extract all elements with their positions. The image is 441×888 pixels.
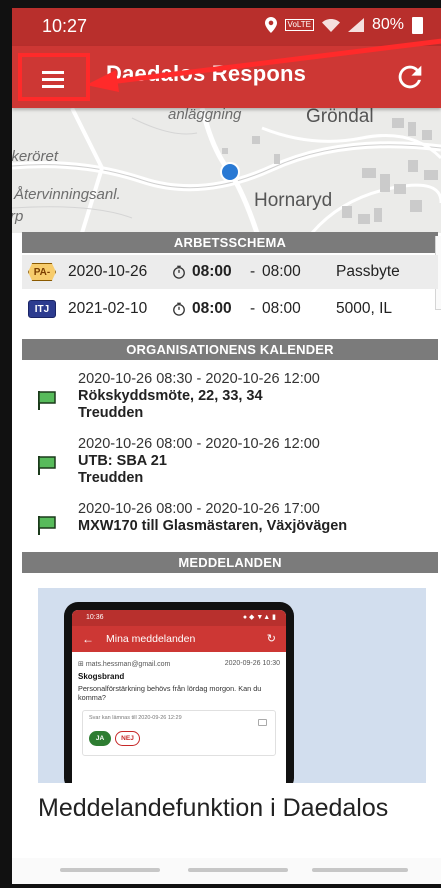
calendar-time: 2020-10-26 08:00 - 2020-10-26 17:00 <box>78 501 320 517</box>
phone-mockup-screen: 10:36 ● ◆ ▼▲ ▮ ← Mina meddelanden ↻ ⊞ ma… <box>72 610 286 783</box>
calendar-item[interactable]: 2020-10-26 08:00 - 2020-10-26 17:00 MXW1… <box>22 501 438 547</box>
nav-indicator <box>312 868 408 872</box>
schedule-date: 2020-10-26 <box>68 263 148 280</box>
schedule-end: 08:00 <box>262 263 301 280</box>
mockup-message: ⊞ mats.hessman@gmail.com 2020-09-26 10:3… <box>72 652 286 756</box>
calendar-title: UTB: SBA 21 <box>78 453 167 469</box>
calendar-item-text: 2020-10-26 08:00 - 2020-10-26 12:00 UTB:… <box>78 436 320 487</box>
schedule-header: ARBETSSCHEMA <box>22 232 438 253</box>
refresh-icon: ↻ <box>266 633 276 645</box>
map-label: Återvinningsanl. <box>14 186 121 203</box>
calendar-item-text: 2020-10-26 08:30 - 2020-10-26 12:00 Röks… <box>78 371 320 422</box>
mockup-sender: ⊞ mats.hessman@gmail.com <box>78 661 171 668</box>
status-bar: 10:27 VoLTE 80% <box>12 8 441 46</box>
status-time: 10:27 <box>42 16 88 36</box>
schedule-desc: 5000, IL <box>336 300 393 317</box>
map-label: Gröndal <box>306 108 374 127</box>
mockup-status-time: 10:36 <box>86 614 104 621</box>
map-label: ikeröret <box>12 148 59 165</box>
calendar-time: 2020-10-26 08:30 - 2020-10-26 12:00 <box>78 371 320 387</box>
mockup-status-bar: 10:36 ● ◆ ▼▲ ▮ <box>72 610 286 626</box>
calendar-item[interactable]: 2020-10-26 08:00 - 2020-10-26 12:00 UTB:… <box>22 436 438 498</box>
mockup-app-bar: ← Mina meddelanden ↻ <box>72 626 286 652</box>
flag-icon <box>38 516 56 535</box>
stopwatch-icon <box>173 302 185 316</box>
calendar-header: ORGANISATIONENS KALENDER <box>22 339 438 360</box>
device-frame: 10:27 VoLTE 80% Daedalos Respons anläggn… <box>0 0 441 888</box>
calendar-title: MXW170 till Glasmästaren, Växjövägen <box>78 518 348 534</box>
mockup-subject: Skogsbrand <box>78 672 125 681</box>
volte-icon: VoLTE <box>284 19 314 31</box>
stopwatch-icon <box>173 265 185 279</box>
menu-button[interactable] <box>18 53 90 101</box>
mockup-status-icons: ● ◆ ▼▲ ▮ <box>242 614 276 621</box>
mockup-reply-hint: Svar kan lämnas till 2020-09-26 12:29 <box>89 715 182 721</box>
hamburger-menu-icon[interactable] <box>42 71 64 88</box>
calendar-title: Rökskyddsmöte, 22, 33, 34 <box>78 388 263 404</box>
schedule-end: 08:00 <box>262 300 301 317</box>
phone-screen: 10:27 VoLTE 80% Daedalos Respons anläggn… <box>12 8 441 884</box>
battery-icon <box>412 16 423 34</box>
map-roads <box>12 108 441 233</box>
app-bar: Daedalos Respons <box>12 46 441 108</box>
app-title: Daedalos Respons <box>106 61 307 86</box>
nav-indicator <box>188 868 288 872</box>
location-icon <box>264 17 277 33</box>
message-title[interactable]: Meddelandefunktion i Daedalos <box>38 792 428 824</box>
mockup-no-button: NEJ <box>115 731 140 746</box>
mockup-yes-button: JA <box>89 731 111 746</box>
mockup-reply-box: Svar kan lämnas till 2020-09-26 12:29 JA… <box>82 710 276 756</box>
map-label: Hornaryd <box>254 190 333 211</box>
signal-icon <box>347 18 364 32</box>
calendar-item-text: 2020-10-26 08:00 - 2020-10-26 17:00 MXW1… <box>78 501 347 535</box>
schedule-row[interactable]: ITJ 2021-02-10 08:00 - 08:00 5000, IL <box>22 292 438 326</box>
status-icons: VoLTE 80% <box>264 16 423 34</box>
schedule-date: 2021-02-10 <box>68 300 148 317</box>
schedule-dash: - <box>250 300 256 317</box>
map-label: anläggning <box>168 108 242 123</box>
shift-type-badge: PA- <box>28 263 56 281</box>
schedule-start: 08:00 <box>192 263 232 280</box>
flag-icon <box>38 456 56 475</box>
calendar-time: 2020-10-26 08:00 - 2020-10-26 12:00 <box>78 436 320 452</box>
calendar-item[interactable]: 2020-10-26 08:30 - 2020-10-26 12:00 Röks… <box>22 371 438 433</box>
calendar-place: Treudden <box>78 405 144 421</box>
mockup-sent: 2020-09-26 10:30 <box>224 660 280 667</box>
nav-indicator <box>60 868 160 872</box>
chat-icon <box>258 719 267 726</box>
calendar-place: Treudden <box>78 470 144 486</box>
messages-header: MEDDELANDEN <box>22 552 438 573</box>
message-preview-image[interactable]: 10:36 ● ◆ ▼▲ ▮ ← Mina meddelanden ↻ ⊞ ma… <box>38 588 426 783</box>
flag-icon <box>38 391 56 410</box>
schedule-start: 08:00 <box>192 300 232 317</box>
mockup-app-title: Mina meddelanden <box>106 633 196 645</box>
mockup-body: Personalförstärkning behövs från lördag … <box>78 684 262 702</box>
wifi-icon <box>321 19 340 32</box>
schedule-desc: Passbyte <box>336 263 400 280</box>
shift-type-badge: ITJ <box>28 300 56 318</box>
schedule-dash: - <box>250 263 256 280</box>
back-arrow-icon: ← <box>82 632 94 646</box>
map-label: rp <box>12 208 24 225</box>
phone-mockup: 10:36 ● ◆ ▼▲ ▮ ← Mina meddelanden ↻ ⊞ ma… <box>64 602 294 783</box>
map-view[interactable]: anläggning Gröndal ikeröret Återvinnings… <box>12 108 441 233</box>
refresh-icon[interactable] <box>393 60 427 94</box>
battery-percent: 80% <box>371 16 404 33</box>
navigation-bar <box>12 858 441 884</box>
schedule-row[interactable]: PA- 2020-10-26 08:00 - 08:00 Passbyte <box>22 255 438 289</box>
